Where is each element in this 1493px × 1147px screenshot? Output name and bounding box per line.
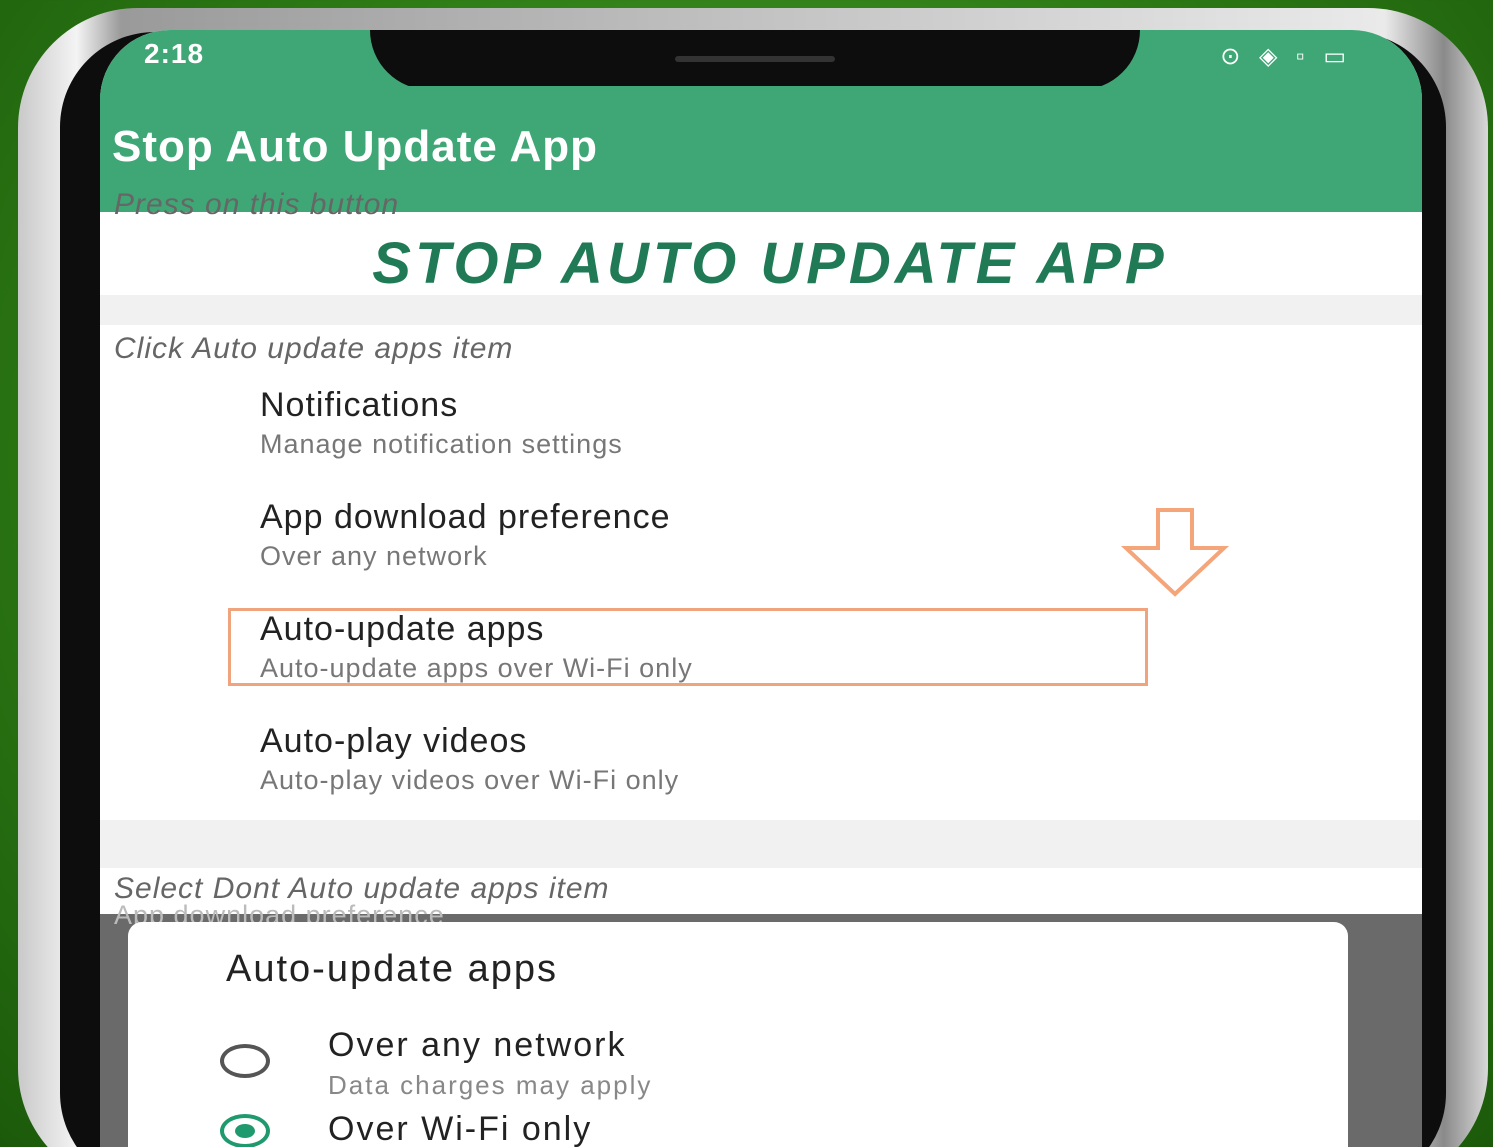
radio-checked-icon[interactable] <box>220 1114 270 1147</box>
option-label: Over any network <box>328 1026 627 1064</box>
step1-instruction: Press on this button <box>114 188 400 221</box>
stop-auto-update-button[interactable]: STOP AUTO UPDATE APP <box>200 230 1340 297</box>
pref-auto-update-apps[interactable]: Auto-update apps Auto-update apps over W… <box>260 610 693 684</box>
pref-title: App download preference <box>260 498 671 536</box>
speaker <box>675 56 835 62</box>
pref-subtitle: Manage notification settings <box>260 429 623 459</box>
status-icons: ⊙ ◈ ▫ ▭ <box>1220 43 1352 70</box>
pref-app-download[interactable]: App download preference Over any network <box>260 498 671 572</box>
pref-title: Auto-play videos <box>260 722 528 760</box>
step2-instruction: Click Auto update apps item <box>114 332 514 365</box>
pref-title: Auto-update apps <box>260 610 545 648</box>
dialog-title: Auto-update apps <box>226 948 559 990</box>
pref-subtitle: Auto-play videos over Wi-Fi only <box>260 765 680 795</box>
pref-auto-play-videos[interactable]: Auto-play videos Auto-play videos over W… <box>260 722 679 796</box>
pref-notifications[interactable]: Notifications Manage notification settin… <box>260 386 623 460</box>
notch <box>370 30 1140 90</box>
auto-update-dialog: Auto-update apps Over any network Data c… <box>128 922 1348 1147</box>
pref-title: Notifications <box>260 386 459 424</box>
section-divider <box>100 820 1422 868</box>
radio-unchecked-icon[interactable] <box>220 1044 270 1078</box>
pref-subtitle: Auto-update apps over Wi-Fi only <box>260 653 693 683</box>
status-time: 2:18 <box>144 38 205 69</box>
pref-subtitle: Over any network <box>260 541 488 571</box>
down-arrow-icon <box>1120 508 1230 597</box>
option-subtitle: Data charges may apply <box>328 1070 653 1100</box>
phone-screen: 2:18 ⊙ ◈ ▫ ▭ Stop Auto Update App Press … <box>100 30 1422 1147</box>
app-title: Stop Auto Update App <box>112 122 598 171</box>
section-divider <box>100 295 1422 325</box>
option-label: Over Wi-Fi only <box>328 1110 593 1147</box>
